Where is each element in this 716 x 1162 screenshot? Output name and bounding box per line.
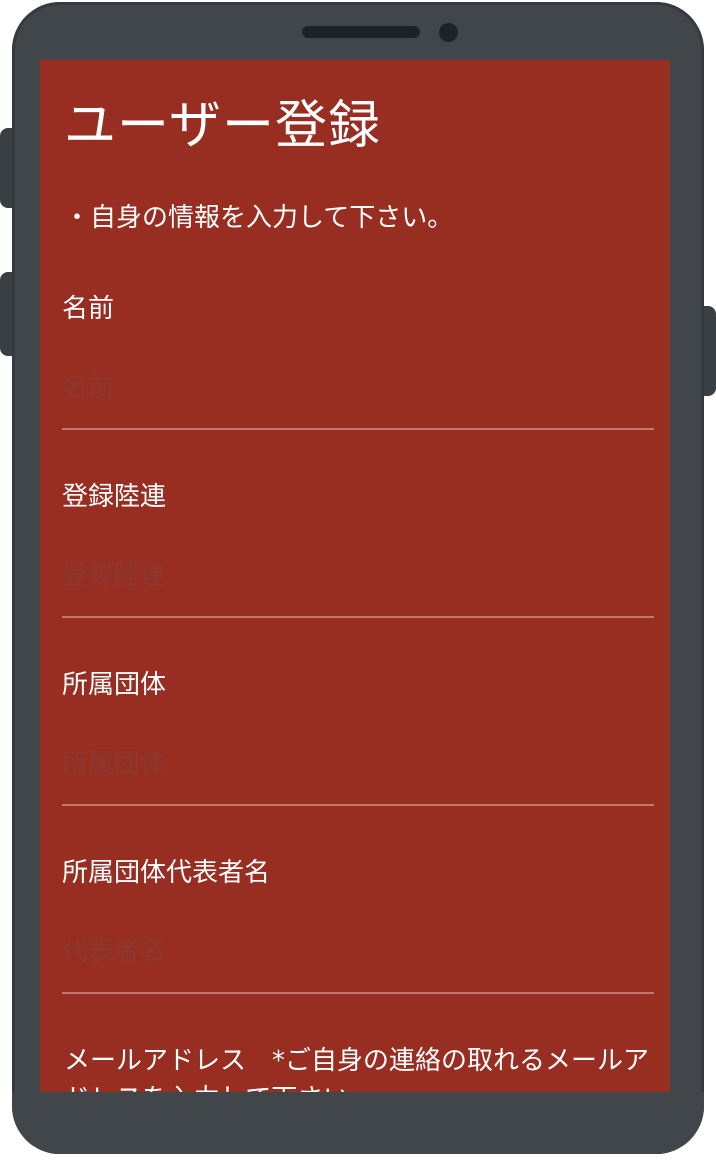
email-label: メールアドレス *ご自身の連絡の取れるメールアドレスを入力して下さい。 (64, 1046, 650, 1092)
representative-input[interactable] (62, 932, 654, 972)
representative-underline (62, 992, 654, 994)
name-field-group: 名前 (62, 292, 654, 430)
name-input[interactable] (62, 368, 654, 408)
page-title: ユーザー登録 (64, 96, 381, 156)
name-underline (62, 428, 654, 430)
association-underline (62, 616, 654, 618)
association-field-group: 登録陸連 (62, 480, 654, 618)
association-input[interactable] (62, 556, 654, 596)
association-label: 登録陸連 (62, 482, 167, 512)
name-label: 名前 (62, 294, 115, 324)
organization-label: 所属団体 (62, 670, 167, 700)
front-camera (439, 23, 458, 42)
device-frame: ユーザー登録 ・自身の情報を入力して下さい。 名前 登録陸連 所属団体 所属団体… (0, 0, 716, 1162)
representative-label: 所属団体代表者名 (62, 858, 271, 888)
organization-field-group: 所属団体 (62, 668, 654, 806)
speaker-grille (302, 26, 420, 38)
representative-field-group: 所属団体代表者名 (62, 856, 654, 994)
instruction-text: ・自身の情報を入力して下さい。 (64, 203, 454, 233)
registration-screen: ユーザー登録 ・自身の情報を入力して下さい。 名前 登録陸連 所属団体 所属団体… (40, 60, 670, 1092)
phone-bottom-bezel (12, 1092, 704, 1154)
organization-input[interactable] (62, 744, 654, 784)
organization-underline (62, 804, 654, 806)
